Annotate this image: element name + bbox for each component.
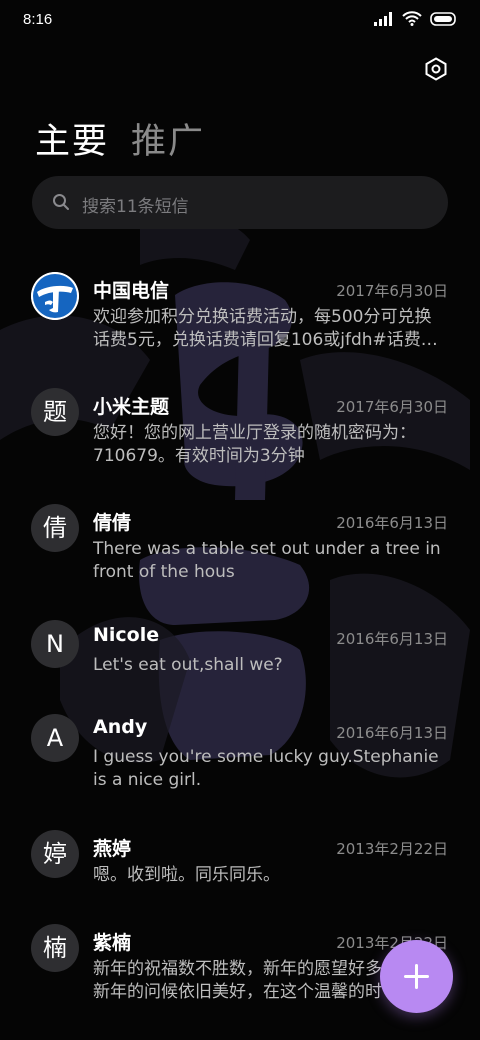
message-preview: 嗯。收到啦。同乐同乐。 [93,865,280,885]
contact-name: 小米主题 [93,396,170,418]
contact-name: 倩倩 [93,512,132,534]
contact-name: 紫楠 [93,932,132,954]
conversation-item[interactable]: 婷 燕婷 2013年2月22日 嗯。收到啦。同乐同乐。 [0,830,480,910]
avatar: 婷 [31,830,79,878]
battery-icon [430,11,456,26]
settings-hexagon-icon[interactable] [424,57,448,81]
conversation-item[interactable]: 倩 倩倩 2016年6月13日 There was a table set ou… [0,504,480,604]
avatar: 倩 [31,504,79,552]
avatar: 题 [31,388,79,436]
contact-name: Nicole [93,624,160,646]
avatar: A [31,714,79,762]
china-telecom-logo-icon [31,272,79,320]
message-preview: 您好！您的网上营业厅登录的随机密码为： 710679。有效时间为3分钟 [93,423,416,466]
message-preview: Let's eat out,shall we? [93,655,283,675]
contact-name: 燕婷 [93,838,132,860]
message-date: 2017年6月30日 [336,282,448,300]
tab-primary[interactable]: 主要 [35,113,109,164]
contact-name: 中国电信 [93,280,170,302]
message-date: 2013年2月22日 [336,840,448,858]
search-bar[interactable]: 搜索11条短信 [32,176,448,229]
message-date: 2016年6月13日 [336,724,448,742]
search-placeholder: 搜索11条短信 [82,197,189,217]
conversation-item[interactable]: 中国电信 2017年6月30日 欢迎参加积分兑换话费活动，每500分可兑换 话费… [0,272,480,372]
message-date: 2017年6月30日 [336,398,448,416]
avatar: N [31,620,79,668]
signal-icon [374,11,392,26]
compose-button[interactable] [380,940,453,1013]
plus-icon [415,964,418,989]
status-bar: 8:16 [0,0,480,42]
status-time: 8:16 [23,11,53,28]
message-preview: There was a table set out under a tree i… [93,539,441,582]
conversation-item[interactable]: N Nicole 2016年6月13日 Let's eat out,shall … [0,620,480,700]
category-tabs: 主要 推广 [35,113,205,164]
message-date: 2016年6月13日 [336,514,448,532]
status-icons [374,11,458,26]
message-preview: I guess you're some lucky guy.Stephanie … [93,747,439,790]
contact-name: Andy [93,716,148,738]
search-icon [53,194,69,210]
tab-promotions[interactable]: 推广 [131,113,205,164]
conversation-item[interactable]: 题 小米主题 2017年6月30日 您好！您的网上营业厅登录的随机密码为： 71… [0,388,480,488]
message-preview: 欢迎参加积分兑换话费活动，每500分可兑换 话费5元，兑换话费请回复106或jf… [93,307,438,350]
message-date: 2016年6月13日 [336,630,448,648]
messages-screen: 8:16 主要 推广 搜索11条短信 中国电信 2017年6月30日 欢迎参加积… [0,0,480,1040]
china-telecom-logo-icon [31,272,79,320]
conversation-item[interactable]: A Andy 2016年6月13日 I guess you're some lu… [0,714,480,814]
avatar: 楠 [31,924,79,972]
wifi-icon [402,11,422,26]
